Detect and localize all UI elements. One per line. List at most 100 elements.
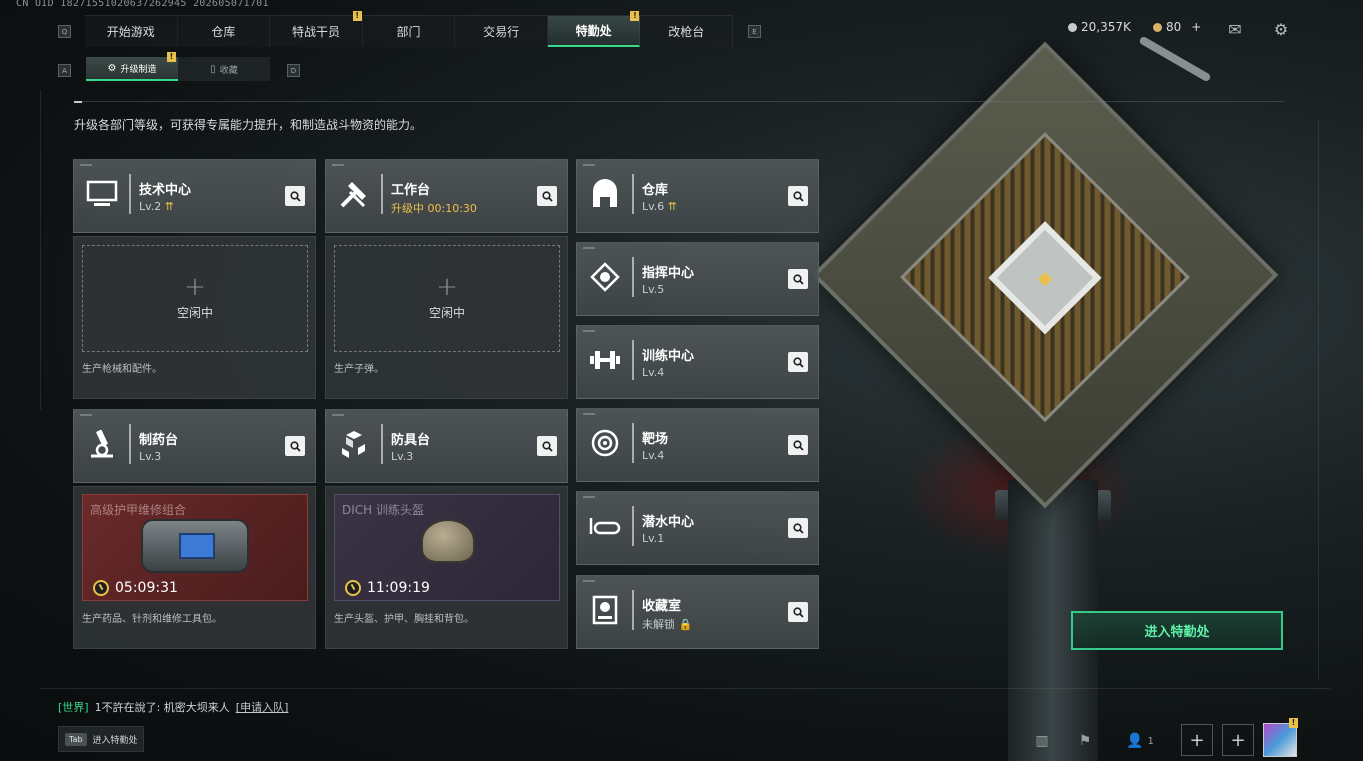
- tab-market[interactable]: 交易行: [455, 16, 548, 47]
- search-icon[interactable]: [537, 186, 557, 206]
- station-panel-workbench: + 空闲中 生产子弹。: [325, 236, 568, 399]
- station-level: Lv.1: [642, 532, 665, 545]
- chat-channel[interactable]: [世界]: [58, 699, 89, 715]
- subtab-upgrade-craft[interactable]: ⚙ 升级制造!: [86, 52, 178, 81]
- currency-coupons[interactable]: 80 +: [1153, 20, 1201, 34]
- tab-operators[interactable]: 特战干员!: [270, 11, 363, 47]
- empty-slot[interactable]: + 空闲中: [334, 245, 560, 352]
- station-card-diving[interactable]: 潜水中心 Lv.1: [576, 491, 819, 565]
- card-separator: [632, 257, 634, 297]
- upgrade-arrow-icon: ⇈: [667, 200, 677, 213]
- tab-special-ops[interactable]: 特勤处!: [547, 11, 641, 47]
- search-icon[interactable]: [788, 352, 808, 372]
- command-icon: [587, 257, 623, 297]
- card-marker: [583, 413, 595, 415]
- station-card-command[interactable]: 指挥中心 Lv.5: [576, 242, 819, 316]
- add-teammate-button-2[interactable]: +: [1222, 724, 1254, 756]
- station-card-workbench[interactable]: 工作台 升级中 00:10:30: [325, 159, 568, 233]
- search-icon[interactable]: [285, 436, 305, 456]
- level-value: Lv.2: [139, 200, 162, 213]
- sub-navigation: ⚙ 升级制造! ▯ 收藏: [86, 52, 270, 81]
- subtab-collection[interactable]: ▯ 收藏: [178, 57, 270, 81]
- dumbbell-icon: [587, 340, 623, 380]
- station-card-range[interactable]: 靶场 Lv.4: [576, 408, 819, 482]
- station-card-armor[interactable]: 防具台 Lv.3: [325, 409, 568, 483]
- station-title: 潜水中心: [642, 515, 695, 530]
- station-panel-armor: DICH 训练头盔 11:09:19 生产头盔、护甲、胸挂和背包。: [325, 486, 568, 649]
- key-hint-a: A: [58, 64, 71, 77]
- station-title: 靶场: [642, 432, 669, 447]
- search-icon[interactable]: [788, 269, 808, 289]
- hud-line: [40, 90, 41, 410]
- search-icon[interactable]: [788, 435, 808, 455]
- card-separator: [632, 423, 634, 463]
- craft-item-name: 高级护甲维修组合: [90, 503, 187, 517]
- tab-hint-button[interactable]: Tab 进入特勤处: [58, 726, 144, 752]
- key-hint-d: D: [287, 64, 300, 77]
- timer-value: 11:09:19: [367, 580, 430, 596]
- tab-department[interactable]: 部门: [363, 16, 456, 47]
- gear-icon[interactable]: ⚙: [1270, 18, 1292, 40]
- friends-button[interactable]: 👤 1: [1120, 727, 1160, 755]
- idle-label: 空闲中: [176, 306, 213, 320]
- station-title: 制药台: [139, 433, 179, 448]
- tab-label: 部门: [396, 25, 421, 39]
- station-level: Lv.2 ⇈: [139, 200, 174, 213]
- craft-item-name: DICH 训练头盔: [342, 503, 424, 517]
- clock-icon: [93, 580, 109, 596]
- stats-icon[interactable]: ▥: [1025, 727, 1059, 755]
- armor-repair-kit-image: [141, 519, 249, 573]
- search-icon[interactable]: [537, 436, 557, 456]
- monitor-icon: [84, 174, 120, 214]
- search-icon[interactable]: [788, 186, 808, 206]
- craft-item-card[interactable]: 高级护甲维修组合 05:09:31: [82, 494, 308, 601]
- tab-gunsmith[interactable]: 改枪台: [640, 16, 734, 47]
- tab-start-game[interactable]: 开始游戏: [85, 16, 178, 47]
- card-marker: [80, 164, 92, 166]
- tab-label: 交易行: [483, 25, 520, 39]
- add-currency-button[interactable]: +: [1191, 20, 1201, 34]
- coupon-value: 80: [1166, 20, 1182, 34]
- card-marker: [583, 496, 595, 498]
- top-navigation: 开始游戏 仓库 特战干员! 部门 交易行 特勤处! 改枪台: [85, 11, 734, 47]
- station-level: Lv.3: [391, 450, 414, 463]
- station-card-training[interactable]: 训练中心 Lv.4: [576, 325, 819, 399]
- level-value: 未解锁: [642, 618, 675, 631]
- helmet-image: [421, 519, 475, 563]
- search-icon[interactable]: [285, 186, 305, 206]
- craft-item-card[interactable]: DICH 训练头盔 11:09:19: [334, 494, 560, 601]
- mail-icon[interactable]: ✉: [1224, 18, 1246, 40]
- new-badge: !: [352, 11, 362, 21]
- station-title: 仓库: [642, 183, 669, 198]
- station-description: 生产子弹。: [334, 364, 384, 375]
- station-card-warehouse[interactable]: 仓库 Lv.6 ⇈: [576, 159, 819, 233]
- tab-label: 改枪台: [668, 25, 705, 39]
- tab-warehouse[interactable]: 仓库: [178, 16, 271, 47]
- level-value: Lv.6: [642, 200, 665, 213]
- currency-balance[interactable]: 20,357K: [1068, 20, 1131, 34]
- station-card-tech[interactable]: 技术中心 Lv.2 ⇈: [73, 159, 316, 233]
- uid-label: CN UID 18271551020637262945 202605071701: [16, 0, 269, 9]
- lock-icon: 🔒: [678, 618, 693, 631]
- station-card-collection[interactable]: 收藏室 未解锁 🔒: [576, 575, 819, 649]
- cube-interior: [900, 132, 1190, 423]
- craft-timer: 11:09:19: [345, 580, 430, 596]
- card-separator: [632, 590, 634, 630]
- empty-slot[interactable]: + 空闲中: [82, 245, 308, 352]
- upgrade-status: 升级中 00:10:30: [391, 202, 477, 215]
- station-title: 防具台: [391, 433, 431, 448]
- join-team-link[interactable]: [申请入队]: [236, 699, 289, 715]
- search-icon[interactable]: [788, 602, 808, 622]
- add-teammate-button[interactable]: +: [1181, 724, 1213, 756]
- card-marker: [583, 330, 595, 332]
- flag-icon[interactable]: ⚑: [1068, 727, 1102, 755]
- station-title: 训练中心: [642, 349, 695, 364]
- card-separator: [632, 506, 634, 546]
- station-title: 技术中心: [139, 183, 192, 198]
- station-card-pharmacy[interactable]: 制药台 Lv.3: [73, 409, 316, 483]
- search-icon[interactable]: [788, 518, 808, 538]
- enter-special-ops-button[interactable]: 进入特勤处: [1071, 611, 1283, 650]
- avatar[interactable]: !: [1263, 718, 1298, 757]
- divider: [74, 101, 1284, 102]
- card-separator: [381, 424, 383, 464]
